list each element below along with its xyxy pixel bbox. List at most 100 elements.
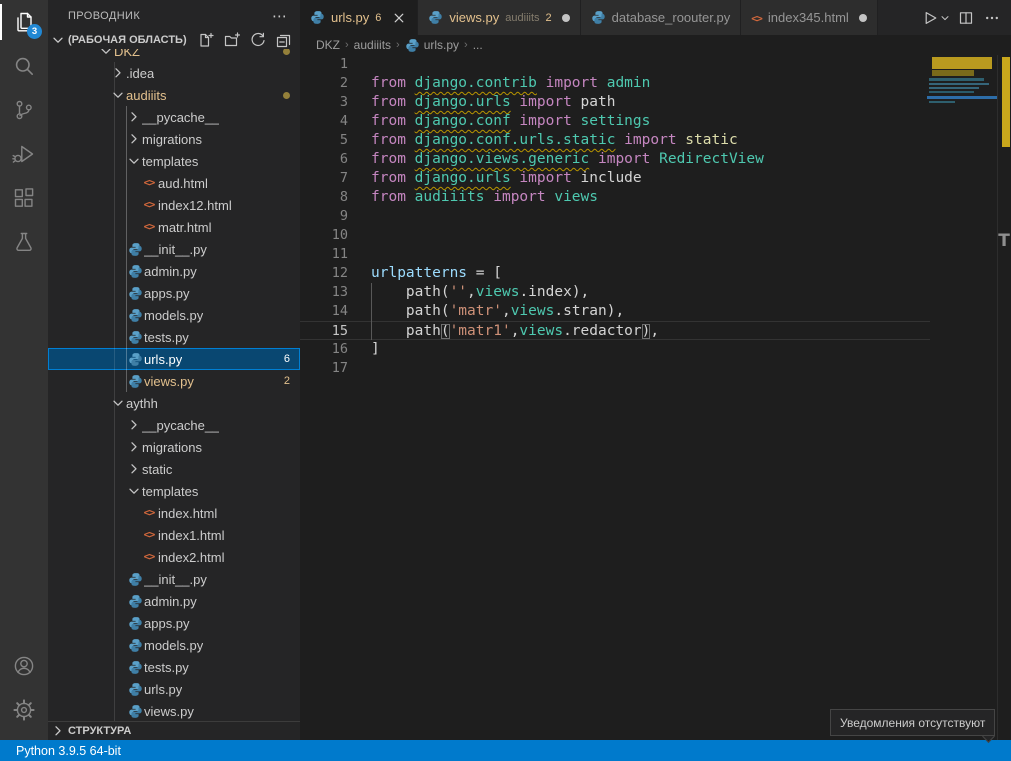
line-number[interactable]: 6 [300, 150, 348, 169]
activity-testing[interactable] [0, 220, 48, 264]
breadcrumb-item[interactable]: urls.py [405, 38, 459, 53]
close-icon[interactable] [391, 10, 407, 26]
activity-settings[interactable] [0, 688, 48, 732]
activity-explorer[interactable]: 3 [0, 0, 48, 44]
line-number[interactable]: 10 [300, 226, 348, 245]
tree-item-aud-html[interactable]: <>aud.html [48, 172, 300, 194]
code-line-6[interactable]: 6from django.views.generic import Redire… [300, 150, 930, 169]
outline-section-header[interactable]: СТРУКТУРА [48, 721, 300, 740]
line-number[interactable]: 13 [300, 283, 348, 302]
line-number[interactable]: 7 [300, 169, 348, 188]
tree-item-views-py[interactable]: views.py [48, 700, 300, 722]
tree-item-index12-html[interactable]: <>index12.html [48, 194, 300, 216]
code-line-9[interactable]: 9 [300, 207, 930, 226]
new-folder-icon[interactable] [224, 32, 240, 48]
breadcrumb-item[interactable]: DKZ [316, 38, 340, 52]
tree-item-migrations[interactable]: migrations [48, 128, 300, 150]
line-number[interactable]: 4 [300, 112, 348, 131]
tree-item-admin-py[interactable]: admin.py [48, 590, 300, 612]
code-line-3[interactable]: 3from django.urls import path [300, 93, 930, 112]
code-line-11[interactable]: 11 [300, 245, 930, 264]
tree-item-tests-py[interactable]: tests.py [48, 326, 300, 348]
line-number[interactable]: 8 [300, 188, 348, 207]
tree-item-static[interactable]: static [48, 458, 300, 480]
tree-item--init-py[interactable]: __init__.py [48, 568, 300, 590]
dirty-indicator[interactable] [562, 14, 570, 22]
tree-item-admin-py[interactable]: admin.py [48, 260, 300, 282]
split-editor-button[interactable] [955, 7, 977, 29]
workspace-section-header[interactable]: (РАБОЧАЯ ОБЛАСТЬ) ... [48, 31, 300, 49]
line-number[interactable]: 12 [300, 264, 348, 283]
code-line-13[interactable]: 13 path('',views.index), [300, 283, 930, 302]
tree-item-audiiits[interactable]: audiiits [48, 84, 300, 106]
minimap[interactable] [929, 55, 997, 740]
tree-item-index1-html[interactable]: <>index1.html [48, 524, 300, 546]
line-number[interactable]: 9 [300, 207, 348, 226]
activity-source-control[interactable] [0, 88, 48, 132]
tree-item-urls-py[interactable]: urls.py6 [48, 348, 300, 370]
code-line-7[interactable]: 7from django.urls import include [300, 169, 930, 188]
problems-indicator[interactable] [129, 740, 145, 761]
more-actions-button[interactable] [981, 7, 1003, 29]
line-number[interactable]: 3 [300, 93, 348, 112]
tree-item-apps-py[interactable]: apps.py [48, 612, 300, 634]
line-number[interactable]: 16 [300, 340, 348, 359]
code-line-10[interactable]: 10 [300, 226, 930, 245]
tree-item--pycache-[interactable]: __pycache__ [48, 414, 300, 436]
code-line-5[interactable]: 5from django.conf.urls.static import sta… [300, 131, 930, 150]
breadcrumb-item[interactable]: audiiits [354, 38, 391, 52]
line-number[interactable]: 1 [300, 55, 348, 74]
tree-item-urls-py[interactable]: urls.py [48, 678, 300, 700]
code-line-12[interactable]: 12urlpatterns = [ [300, 264, 930, 283]
tree-item--init-py[interactable]: __init__.py [48, 238, 300, 260]
activity-account[interactable] [0, 644, 48, 688]
more-actions-icon[interactable]: ⋯ [272, 7, 288, 25]
tree-item-tests-py[interactable]: tests.py [48, 656, 300, 678]
code-line-14[interactable]: 14 path('matr',views.stran), [300, 302, 930, 321]
code-line-17[interactable]: 17 [300, 359, 930, 378]
tab-views-py[interactable]: views.py audiiits 2 [418, 0, 580, 35]
run-dropdown-button[interactable] [939, 7, 951, 29]
tab-urls-py[interactable]: urls.py 6 [300, 0, 418, 35]
tree-item-models-py[interactable]: models.py [48, 304, 300, 326]
new-file-icon[interactable] [198, 32, 214, 48]
activity-run-debug[interactable] [0, 132, 48, 176]
line-number[interactable]: 14 [300, 302, 348, 321]
tree-item-migrations[interactable]: migrations [48, 436, 300, 458]
tree-item-aythh[interactable]: aythh [48, 392, 300, 414]
code-line-2[interactable]: 2from django.contrib import admin [300, 74, 930, 93]
line-number[interactable]: 17 [300, 359, 348, 378]
tree-item-index-html[interactable]: <>index.html [48, 502, 300, 524]
line-number[interactable]: 11 [300, 245, 348, 264]
tab-database-roouter-py[interactable]: database_roouter.py [581, 0, 742, 35]
tree-item-models-py[interactable]: models.py [48, 634, 300, 656]
code-editor[interactable]: 1 2from django.contrib import admin 3fro… [300, 55, 1011, 740]
tree-item-apps-py[interactable]: apps.py [48, 282, 300, 304]
tree-item-templates[interactable]: templates [48, 150, 300, 172]
tree-item-views-py[interactable]: views.py2 [48, 370, 300, 392]
breadcrumb-item[interactable]: ... [473, 38, 483, 52]
line-number[interactable]: 5 [300, 131, 348, 150]
line-number[interactable]: 15 [300, 322, 348, 339]
run-button[interactable] [919, 7, 941, 29]
python-interpreter[interactable]: Python 3.9.5 64-bit [8, 740, 129, 761]
html-file-icon: <> [140, 505, 158, 521]
code-line-4[interactable]: 4from django.conf import settings [300, 112, 930, 131]
tree-item--pycache-[interactable]: __pycache__ [48, 106, 300, 128]
activity-search[interactable] [0, 44, 48, 88]
tree-item-matr-html[interactable]: <>matr.html [48, 216, 300, 238]
tree-item-templates[interactable]: templates [48, 480, 300, 502]
tree-item-index2-html[interactable]: <>index2.html [48, 546, 300, 568]
refresh-icon[interactable] [250, 32, 266, 48]
code-line-8[interactable]: 8from audiiits import views [300, 188, 930, 207]
tab-index345-html[interactable]: <> index345.html [741, 0, 878, 35]
collapse-all-icon[interactable] [276, 32, 292, 48]
activity-extensions[interactable] [0, 176, 48, 220]
tree-item--idea[interactable]: .idea [48, 62, 300, 84]
code-line-15[interactable]: 15 path('matr1',views.redactor), [300, 321, 930, 340]
code-line-1[interactable]: 1 [300, 55, 930, 74]
line-number[interactable]: 2 [300, 74, 348, 93]
dirty-indicator[interactable] [859, 14, 867, 22]
code-line-16[interactable]: 16] [300, 340, 930, 359]
scrollbar[interactable]: T [997, 55, 1011, 740]
